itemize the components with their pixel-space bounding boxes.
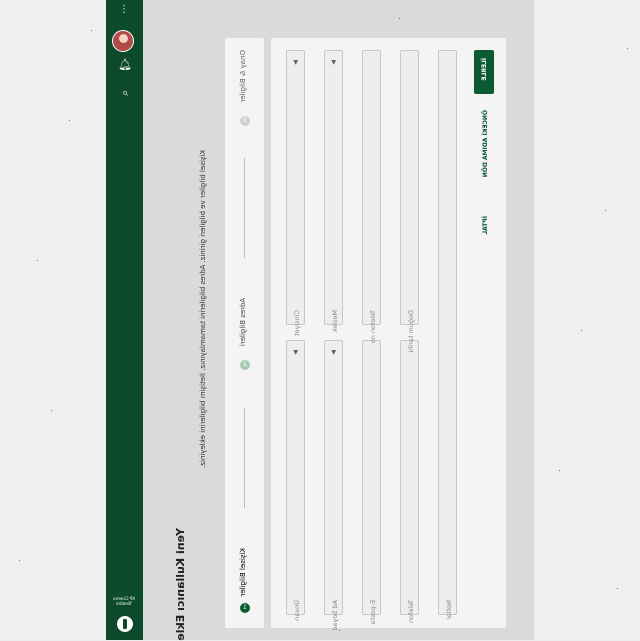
chevron-down-icon: ▼ (331, 349, 336, 356)
step-label: Onay & Bilgiler (239, 50, 247, 103)
button-label: İPTAL (482, 216, 489, 235)
field-placeholder: Ad Soyad (331, 600, 339, 631)
noise-dot (339, 630, 340, 631)
telefon-field[interactable]: Telefon (400, 340, 419, 623)
field-placeholder: Cinsiyet (293, 310, 301, 337)
noise-dot (627, 48, 628, 49)
app-logo[interactable]: KP Cinema Yönetim (112, 596, 136, 634)
logo-mark-icon (117, 616, 133, 632)
notifications-icon[interactable]: 🔔︎ (118, 58, 132, 72)
logo-text: KP Cinema Yönetim (113, 596, 135, 606)
noise-dot (617, 588, 618, 589)
noise-dot (69, 120, 70, 121)
field-placeholder: Ünvan (293, 600, 301, 621)
noise-dot (559, 470, 560, 471)
menu-dots-icon[interactable]: ⋮ (119, 4, 129, 20)
step-number: 3 (240, 116, 250, 126)
chevron-down-icon: ▼ (293, 349, 298, 356)
page-title: Yeni Kullanıcı Ekle (174, 528, 187, 641)
search-icon[interactable]: ⌕ (118, 86, 132, 100)
ilerle-button[interactable]: İLERLE (474, 50, 494, 94)
field-placeholder: E-posta (369, 600, 377, 625)
noise-dot (399, 18, 400, 19)
noise-dot (51, 410, 52, 411)
step-connector (244, 158, 245, 258)
noise-dot (37, 260, 38, 261)
field-placeholder: Telefon no (369, 310, 377, 344)
previous-step-button[interactable]: ÖNCEKİ ADIMA DÖN (478, 110, 492, 190)
field-placeholder: Notlar (445, 600, 453, 620)
field-placeholder: Meslek (331, 310, 339, 333)
page-subtitle: Kişisel bilgiler ve bilgileri giriniz. A… (199, 150, 207, 468)
cinsiyet-select[interactable]: Cinsiyet ▼ (286, 50, 305, 336)
field-placeholder: Doğum tarihi (407, 310, 415, 353)
step-label: Kişisel Bilgiler (239, 548, 247, 597)
button-label: İLERLE (481, 58, 488, 81)
chevron-down-icon: ▼ (331, 59, 336, 66)
avatar[interactable] (112, 30, 134, 52)
notlar-textarea[interactable]: Notlar (438, 50, 457, 620)
dogum-tarihi-field[interactable]: Doğum tarihi (400, 50, 419, 353)
background-right (0, 0, 106, 640)
noise-dot (605, 210, 606, 211)
cancel-button[interactable]: İPTAL (478, 216, 492, 246)
noise-dot (19, 560, 20, 561)
step-number: 1 (240, 603, 250, 613)
step-connector (244, 408, 245, 508)
telefon-no-field[interactable]: Telefon no (362, 50, 381, 343)
meslek-select[interactable]: Meslek ▼ (324, 50, 343, 333)
button-label: ÖNCEKİ ADIMA DÖN (482, 110, 489, 178)
step-3[interactable]: 3 Onay & Bilgiler (225, 38, 264, 128)
chevron-down-icon: ▼ (293, 59, 298, 66)
e-posta-field[interactable]: E-posta (362, 340, 381, 624)
unvan-select[interactable]: Ünvan ▼ (286, 340, 305, 621)
step-number: 2 (240, 360, 250, 370)
noise-dot (91, 30, 92, 31)
form-card (271, 38, 506, 628)
background-left (534, 0, 640, 640)
ad-soyad-field[interactable]: Ad Soyad ▼ (324, 340, 343, 631)
stepper: 1 Kişisel Bilgiler 2 Adres Bilgileri 3 O… (225, 38, 264, 628)
noise-dot (581, 330, 582, 331)
step-label: Adres Bilgileri (239, 298, 247, 347)
field-placeholder: Telefon (407, 600, 415, 624)
